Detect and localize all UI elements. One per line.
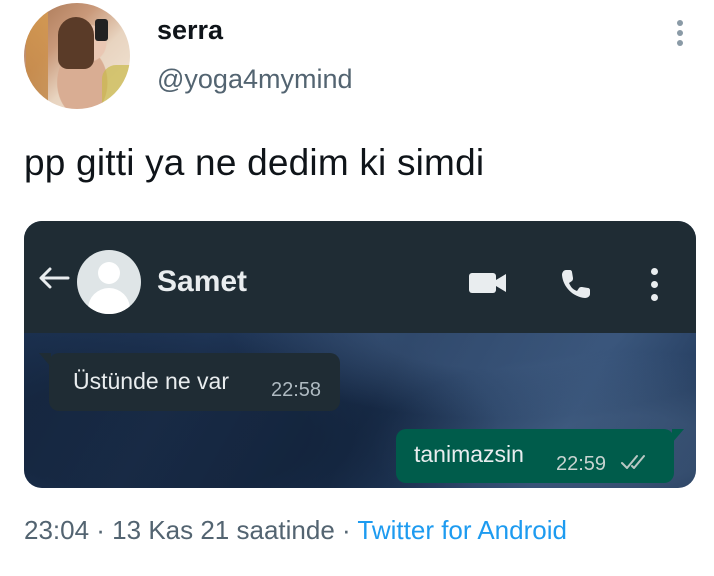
back-arrow-icon [39,267,70,289]
avatar-phone [95,19,108,41]
more-vertical-icon [648,267,660,303]
meta-separator: · [334,515,358,545]
outgoing-message: tanimazsin 22:59 [396,429,684,483]
incoming-message-text: Üstünde ne var [73,368,229,394]
author-avatar[interactable] [24,3,130,109]
incoming-message: Üstünde ne var 22:58 [39,353,340,411]
outgoing-message-text: tanimazsin [414,441,524,467]
more-options-icon[interactable] [672,18,688,48]
incoming-message-time: 22:58 [271,379,322,401]
avatar-figure [58,17,94,69]
outgoing-message-time: 22:59 [556,453,607,475]
author-display-name[interactable]: serra [157,15,223,46]
avatar-background-plant [102,65,130,109]
video-call-icon [469,273,506,293]
phone-icon [562,270,590,298]
double-check-icon [621,455,645,469]
contact-avatar [77,250,141,314]
author-handle[interactable]: @yoga4mymind [157,64,353,95]
tweet-text: pp gitti ya ne dedim ki simdi [24,142,485,183]
avatar-background-lamp [26,3,48,109]
tweet-metadata: 23:04 · 13 Kas 21 saatinde · Twitter for… [24,515,567,546]
tweet-media-image[interactable]: Samet Üstünde ne var 22:58 tanimazsin 22… [24,221,696,488]
tweet-timestamp[interactable]: 23:04 · 13 Kas 21 saatinde [24,515,335,545]
chat-header: Samet [24,221,696,333]
contact-name: Samet [157,265,248,298]
tweet-source-link[interactable]: Twitter for Android [357,515,567,545]
